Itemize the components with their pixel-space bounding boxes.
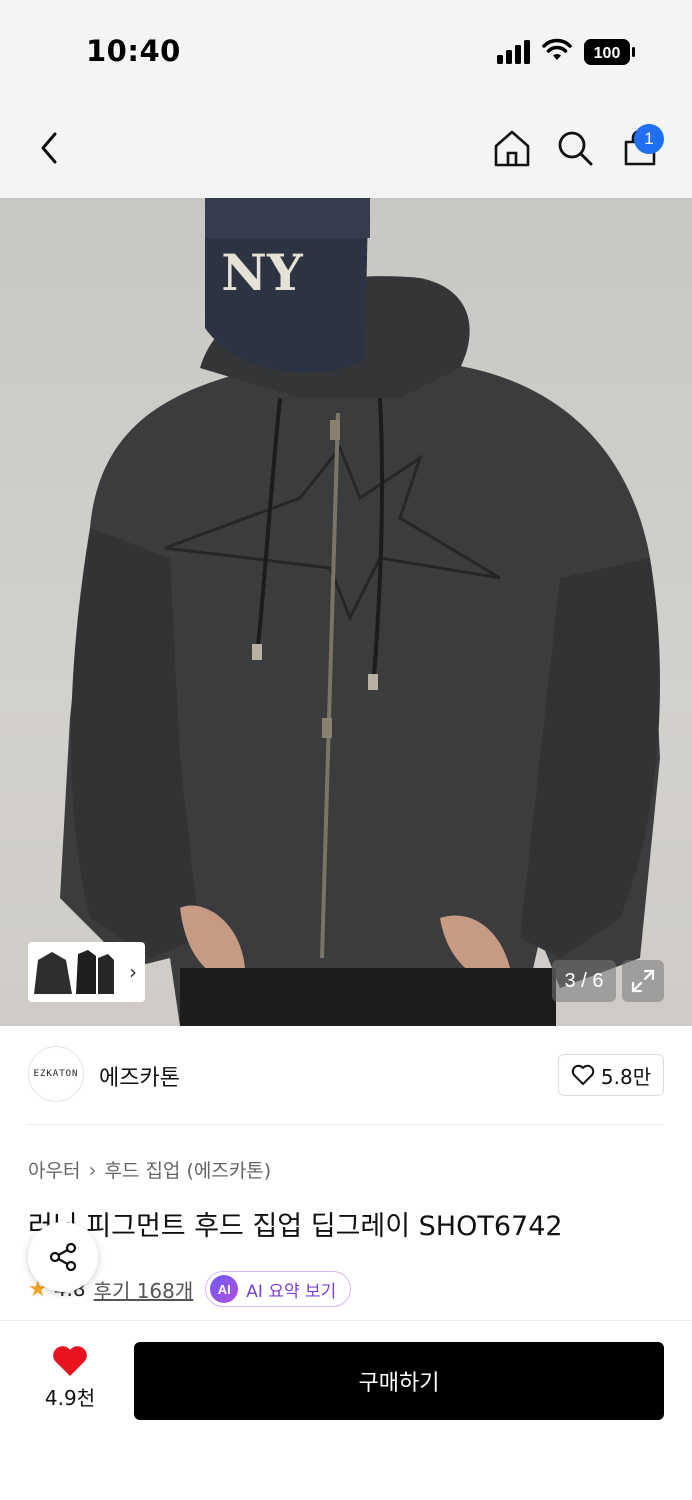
status-time: 10:40 (86, 34, 181, 68)
ai-summary-button[interactable]: AI AI 요약 보기 (205, 1271, 352, 1307)
chevron-left-icon (41, 132, 57, 164)
buy-button[interactable]: 구매하기 (134, 1342, 664, 1420)
cap-logo: NY (221, 243, 304, 302)
cellular-signal-icon (497, 40, 530, 64)
share-icon (49, 1242, 77, 1272)
hoodie-model-photo: NY (60, 198, 660, 1026)
image-counter: 3 / 6 (552, 960, 616, 1002)
wifi-icon (542, 38, 572, 60)
product-title: 러닝 피그먼트 후드 집업 딥그레이 SHOT6742 (28, 1211, 563, 1242)
brand-name[interactable]: 에즈카톤 (99, 1060, 180, 1092)
ai-summary-label: AI 요약 보기 (246, 1281, 337, 1302)
brand-like-count: 5.8만 (600, 1064, 652, 1089)
ai-badge-icon: AI (210, 1275, 239, 1303)
review-count-link[interactable]: 후기 168개 (94, 1275, 194, 1304)
breadcrumb-subcategory[interactable]: 후드 집업 (에즈카톤) (104, 1156, 271, 1183)
thumbnail-strip[interactable]: › (28, 942, 145, 1002)
product-image[interactable]: NY (0, 198, 692, 1026)
home-icon (494, 130, 530, 167)
expand-button[interactable] (622, 960, 664, 1002)
brand-like-button[interactable]: 5.8만 (558, 1054, 664, 1096)
chevron-right-icon: › (88, 1157, 97, 1182)
divider (28, 1124, 664, 1125)
home-button[interactable] (490, 126, 534, 170)
search-button[interactable] (553, 126, 597, 170)
heart-filled-icon (53, 1346, 87, 1376)
top-nav (0, 100, 692, 198)
back-button[interactable] (28, 126, 72, 170)
brand-logo[interactable]: EZKATON (28, 1046, 84, 1102)
chevron-right-icon: › (129, 960, 137, 984)
status-bar: 10:40 100 (0, 0, 692, 100)
wishlist-button[interactable]: 4.9천 (30, 1344, 110, 1416)
breadcrumb-category[interactable]: 아우터 (28, 1156, 80, 1183)
thumbnail-image (34, 950, 114, 994)
battery-level: 100 (594, 45, 621, 62)
expand-icon (631, 969, 655, 993)
search-icon (558, 131, 593, 166)
breadcrumb: 아우터 › 후드 집업 (에즈카톤) (28, 1156, 271, 1183)
wishlist-count: 4.9천 (44, 1386, 96, 1410)
battery-icon: 100 (584, 39, 635, 65)
cart-count-badge: 1 (634, 124, 664, 154)
heart-outline-icon (571, 1064, 595, 1085)
share-button[interactable] (28, 1222, 98, 1292)
